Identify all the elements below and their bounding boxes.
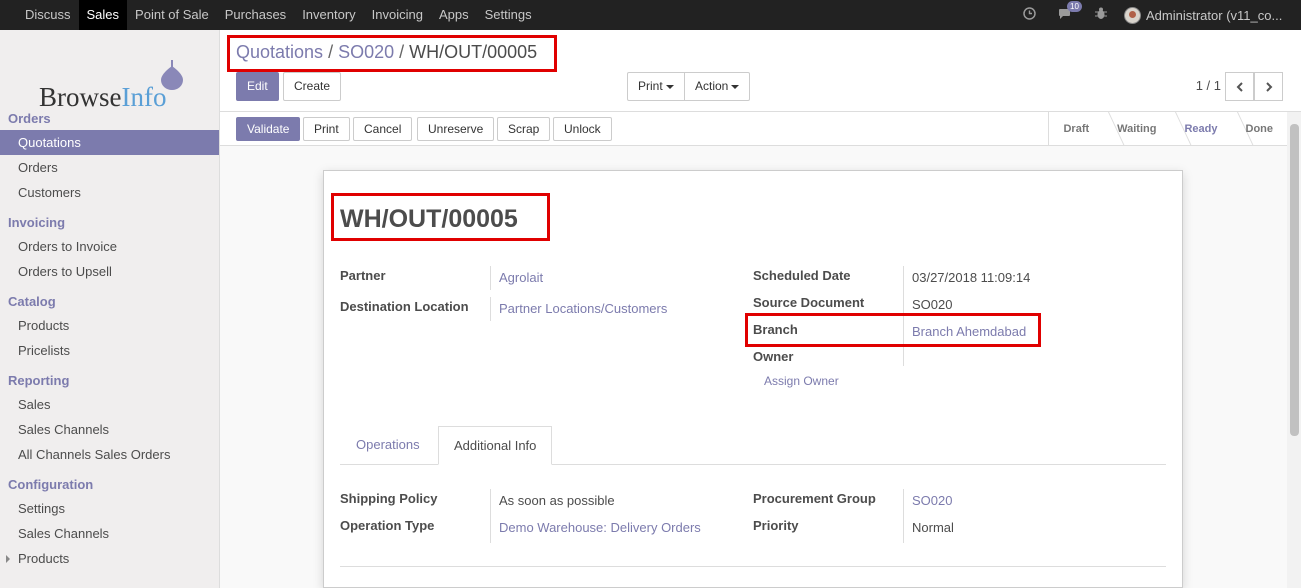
sidebar-section-catalog[interactable]: Catalog bbox=[8, 294, 56, 309]
menu-invoicing[interactable]: Invoicing bbox=[364, 0, 431, 30]
source-document-field[interactable]: SO020 bbox=[912, 297, 952, 312]
messages-icon[interactable]: 10 bbox=[1058, 0, 1082, 23]
highlight-breadcrumb bbox=[227, 35, 557, 72]
scheduled-date-label: Scheduled Date bbox=[753, 268, 851, 283]
edit-button[interactable]: Edit bbox=[236, 72, 279, 101]
stage-ready[interactable]: Ready bbox=[1170, 112, 1231, 146]
pager-previous[interactable] bbox=[1225, 72, 1254, 101]
clock-icon[interactable] bbox=[1023, 7, 1036, 23]
field-separator bbox=[490, 266, 491, 290]
chevron-right-icon bbox=[1265, 81, 1272, 92]
logo-text-browse: Browse bbox=[39, 82, 122, 112]
field-separator bbox=[490, 489, 491, 543]
caret-right-icon bbox=[6, 555, 10, 563]
stage-done[interactable]: Done bbox=[1232, 112, 1288, 146]
sidebar-section-reporting[interactable]: Reporting bbox=[8, 373, 69, 388]
sidebar-item-pricelists[interactable]: Pricelists bbox=[0, 338, 219, 363]
assign-owner-button[interactable]: Assign Owner bbox=[764, 374, 839, 388]
partner-label: Partner bbox=[340, 268, 386, 283]
menu-purchases[interactable]: Purchases bbox=[217, 0, 294, 30]
action-dropdown-label: Action bbox=[695, 79, 729, 93]
scrap-button[interactable]: Scrap bbox=[497, 117, 551, 141]
shipping-policy-field[interactable]: As soon as possible bbox=[499, 493, 615, 508]
stage-draft[interactable]: Draft bbox=[1049, 112, 1103, 146]
sidebar-item-all-channels[interactable]: All Channels Sales Orders bbox=[0, 442, 219, 467]
sidebar: BrowseInfo Orders Quotations Orders Cust… bbox=[0, 30, 220, 588]
destination-field[interactable]: Partner Locations/Customers bbox=[499, 301, 667, 316]
top-navbar: Discuss Sales Point of Sale Purchases In… bbox=[0, 0, 1301, 30]
menu-settings[interactable]: Settings bbox=[477, 0, 540, 30]
scheduled-date-field[interactable]: 03/27/2018 11:09:14 bbox=[912, 270, 1030, 285]
sidebar-section-orders[interactable]: Orders bbox=[8, 111, 51, 126]
procurement-group-field[interactable]: SO020 bbox=[912, 493, 952, 508]
owner-label: Owner bbox=[753, 349, 794, 364]
caret-down-icon bbox=[665, 84, 674, 89]
main-menu: Discuss Sales Point of Sale Purchases In… bbox=[0, 0, 540, 30]
message-count-badge: 10 bbox=[1067, 0, 1082, 12]
unreserve-button[interactable]: Unreserve bbox=[417, 117, 495, 141]
sidebar-item-quotations[interactable]: Quotations bbox=[0, 130, 219, 155]
user-menu[interactable]: Administrator (v11_co... bbox=[1124, 6, 1301, 24]
highlight-branch bbox=[745, 313, 1041, 347]
print-dropdown-label: Print bbox=[638, 79, 663, 93]
print-button[interactable]: Print bbox=[303, 117, 350, 141]
tab-operations[interactable]: Operations bbox=[341, 426, 435, 465]
field-separator bbox=[490, 297, 491, 321]
destination-label: Destination Location bbox=[340, 299, 469, 314]
cancel-button[interactable]: Cancel bbox=[353, 117, 413, 141]
operation-type-field[interactable]: Demo Warehouse: Delivery Orders bbox=[499, 520, 701, 535]
priority-label: Priority bbox=[753, 518, 799, 533]
priority-field[interactable]: Normal bbox=[912, 520, 954, 535]
section-divider bbox=[340, 566, 1166, 567]
bug-icon[interactable] bbox=[1095, 7, 1107, 23]
stage-waiting[interactable]: Waiting bbox=[1103, 112, 1170, 146]
sidebar-item-products[interactable]: Products bbox=[0, 313, 219, 338]
menu-discuss[interactable]: Discuss bbox=[0, 0, 79, 30]
create-button[interactable]: Create bbox=[283, 72, 342, 101]
sidebar-item-customers[interactable]: Customers bbox=[0, 180, 219, 205]
shipping-policy-label: Shipping Policy bbox=[340, 491, 438, 506]
menu-sales[interactable]: Sales bbox=[78, 0, 128, 30]
sidebar-item-orders-to-invoice[interactable]: Orders to Invoice bbox=[0, 234, 219, 259]
scrollbar-thumb[interactable] bbox=[1290, 124, 1299, 436]
caret-down-icon bbox=[731, 84, 740, 89]
sidebar-item-sales[interactable]: Sales bbox=[0, 392, 219, 417]
sidebar-item-conf-sales-channels[interactable]: Sales Channels bbox=[0, 521, 219, 546]
pager-next[interactable] bbox=[1254, 72, 1283, 101]
procurement-group-label: Procurement Group bbox=[753, 491, 876, 506]
print-dropdown[interactable]: Print bbox=[627, 72, 685, 101]
sidebar-section-configuration[interactable]: Configuration bbox=[8, 477, 93, 492]
systray: 10 Administrator (v11_co... bbox=[1012, 0, 1301, 30]
user-name: Administrator (v11_co... bbox=[1146, 7, 1283, 23]
sidebar-section-invoicing[interactable]: Invoicing bbox=[8, 215, 65, 230]
sidebar-item-orders-to-upsell[interactable]: Orders to Upsell bbox=[0, 259, 219, 284]
menu-point-of-sale[interactable]: Point of Sale bbox=[127, 0, 217, 30]
menu-inventory[interactable]: Inventory bbox=[294, 0, 363, 30]
chevron-left-icon bbox=[1236, 81, 1243, 92]
sidebar-item-orders[interactable]: Orders bbox=[0, 155, 219, 180]
vertical-scrollbar[interactable] bbox=[1287, 112, 1301, 588]
unlock-button[interactable]: Unlock bbox=[553, 117, 612, 141]
sidebar-item-conf-products[interactable]: Products bbox=[0, 546, 219, 571]
operation-type-label: Operation Type bbox=[340, 518, 435, 533]
logo-text-info: Info bbox=[121, 82, 167, 112]
partner-field[interactable]: Agrolait bbox=[499, 270, 543, 285]
action-dropdown[interactable]: Action bbox=[684, 72, 751, 101]
menu-apps[interactable]: Apps bbox=[431, 0, 477, 30]
field-separator bbox=[903, 489, 904, 543]
sidebar-item-settings[interactable]: Settings bbox=[0, 496, 219, 521]
sidebar-item-sales-channels[interactable]: Sales Channels bbox=[0, 417, 219, 442]
source-document-label: Source Document bbox=[753, 295, 865, 310]
pager-value[interactable]: 1 / 1 bbox=[1196, 78, 1221, 93]
highlight-title bbox=[331, 193, 550, 241]
tab-additional-info[interactable]: Additional Info bbox=[438, 426, 553, 465]
form-statusbar: Validate Print Cancel Unreserve Scrap Un… bbox=[220, 112, 1287, 146]
validate-button[interactable]: Validate bbox=[236, 117, 301, 141]
avatar bbox=[1124, 6, 1141, 24]
sidebar-item-label: Products bbox=[18, 551, 70, 566]
stage-pipeline: Draft Waiting Ready Done bbox=[1048, 112, 1287, 146]
browseinfo-logo: BrowseInfo bbox=[39, 82, 166, 113]
